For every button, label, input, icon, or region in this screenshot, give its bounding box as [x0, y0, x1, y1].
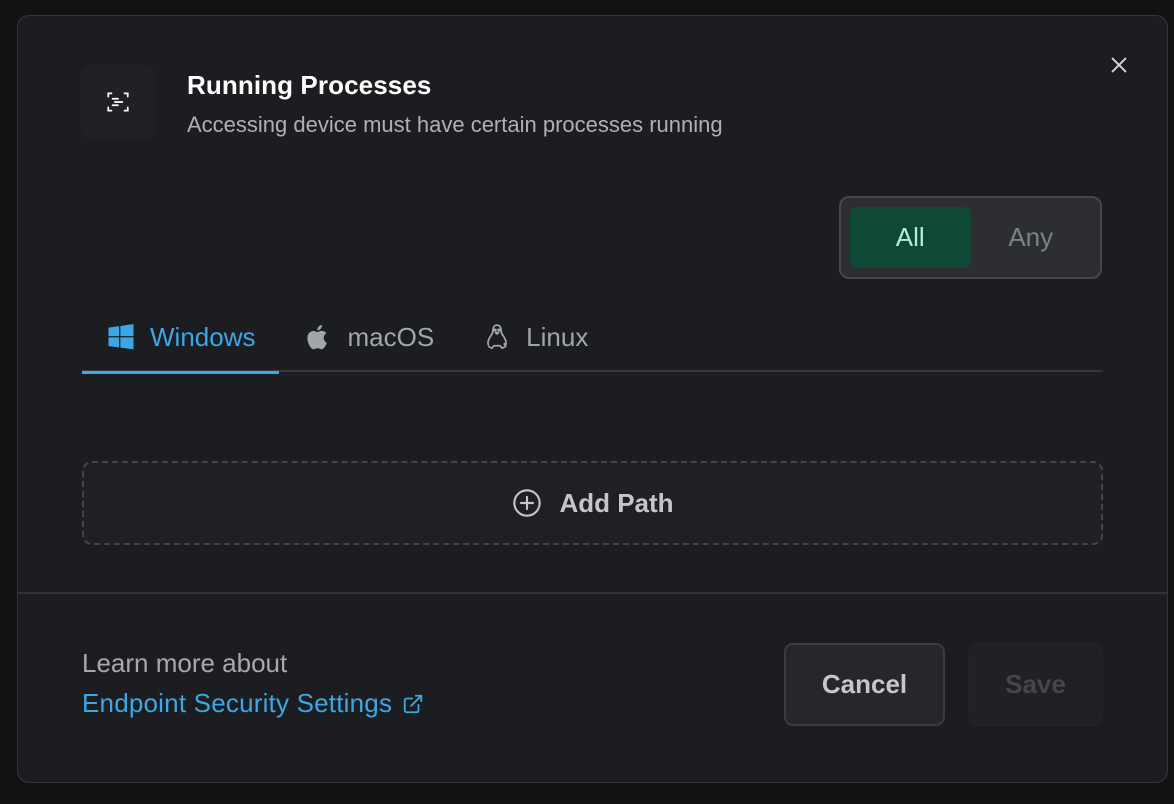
modal-title: Running Processes [187, 70, 432, 100]
process-scan-icon [107, 92, 129, 112]
add-path-button[interactable]: Add Path [82, 461, 1103, 545]
external-link-icon [403, 694, 423, 713]
endpoint-security-link-label: Endpoint Security Settings [82, 688, 393, 718]
modal-subtitle: Accessing device must have certain proce… [187, 112, 723, 137]
tab-macos[interactable]: macOS [279, 302, 458, 372]
tab-macos-label: macOS [347, 321, 435, 352]
header-icon-container [80, 64, 156, 140]
footer-divider [18, 592, 1167, 594]
linux-icon [487, 324, 508, 350]
tab-windows-label: Windows [150, 321, 256, 352]
match-all-option[interactable]: All [850, 207, 971, 268]
os-tabs: Windows macOS Linux [82, 302, 1103, 374]
cancel-button[interactable]: Cancel [784, 643, 945, 726]
windows-icon [108, 324, 134, 350]
match-any-option[interactable]: Any [971, 207, 1092, 268]
plus-circle-icon [513, 489, 542, 517]
match-mode-toggle: All Any [839, 196, 1102, 279]
learn-more-text: Learn more about [82, 648, 288, 678]
tab-windows[interactable]: Windows [82, 302, 280, 374]
endpoint-security-link[interactable]: Endpoint Security Settings [82, 688, 424, 719]
save-button[interactable]: Save [968, 643, 1103, 726]
add-path-label: Add Path [559, 487, 674, 518]
tab-linux-label: Linux [526, 321, 589, 352]
running-processes-modal: Running Processes Accessing device must … [17, 15, 1168, 783]
close-button[interactable] [1102, 48, 1136, 82]
apple-icon [307, 325, 328, 350]
close-icon [1111, 57, 1127, 73]
tab-linux[interactable]: Linux [458, 302, 612, 372]
